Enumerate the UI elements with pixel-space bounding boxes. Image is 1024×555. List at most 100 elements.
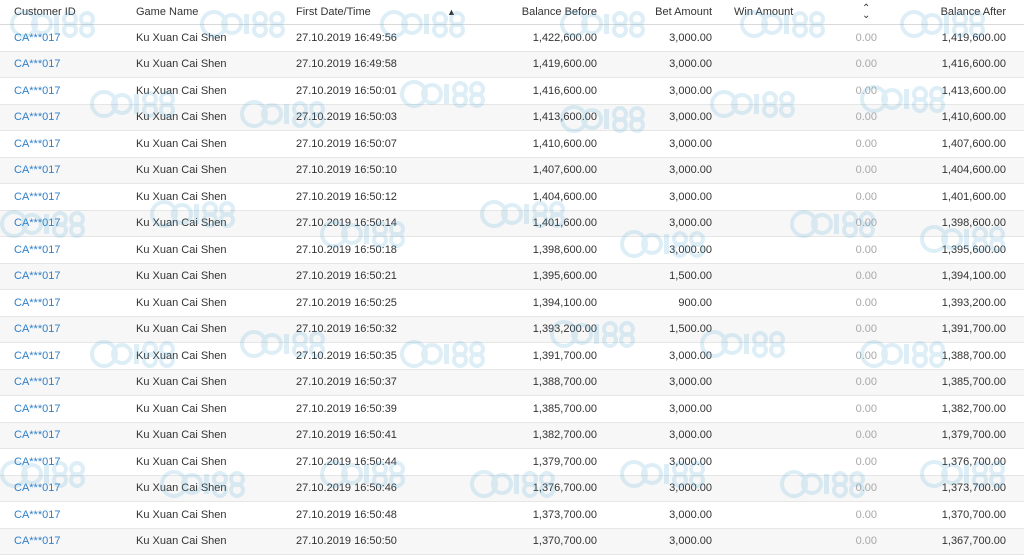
balance-after-cell: 1,388,700.00 (880, 343, 1006, 369)
bet-amount-cell: 1,500.00 (600, 264, 712, 290)
table-row[interactable]: CA***017Ku Xuan Cai Shen27.10.2019 16:50… (0, 131, 1024, 158)
bet-amount-cell: 3,000.00 (600, 131, 712, 157)
table-row[interactable]: CA***017Ku Xuan Cai Shen27.10.2019 16:50… (0, 264, 1024, 291)
balance-before-cell: 1,395,600.00 (440, 264, 597, 290)
table-row[interactable]: CA***017Ku Xuan Cai Shen27.10.2019 16:50… (0, 423, 1024, 450)
balance-before-cell: 1,413,600.00 (440, 105, 597, 131)
datetime-cell: 27.10.2019 16:50:03 (296, 105, 397, 131)
datetime-cell: 27.10.2019 16:50:07 (296, 131, 397, 157)
customer-id-link[interactable]: CA***017 (14, 237, 60, 263)
balance-before-cell: 1,385,700.00 (440, 396, 597, 422)
table-row[interactable]: CA***017Ku Xuan Cai Shen27.10.2019 16:50… (0, 78, 1024, 105)
table-row[interactable]: CA***017 Ku Xuan Cai Shen 27.10.2019 16:50… (0, 211, 1024, 238)
column-header-game-name[interactable]: Game Name (136, 0, 198, 24)
bet-amount-cell: 3,000.00 (600, 423, 712, 449)
bet-amount-cell: 3,000.00 (600, 184, 712, 210)
balance-before-cell: 1,401,600.00 (440, 211, 597, 237)
column-header-win-amount[interactable]: Win Amount (734, 0, 793, 24)
table-row[interactable]: CA***017Ku Xuan Cai Shen27.10.2019 16:50… (0, 529, 1024, 555)
bet-amount-cell: 3,000.00 (600, 52, 712, 78)
column-header-balance-after[interactable]: Balance After (880, 0, 1006, 24)
bet-amount-cell: 3,000.00 (600, 396, 712, 422)
balance-after-cell: 1,391,700.00 (880, 317, 1006, 343)
datetime-cell: 27.10.2019 16:50:50 (296, 529, 397, 555)
game-name-cell: Ku Xuan Cai Shen (136, 502, 227, 528)
customer-id-link[interactable]: CA***017 (14, 25, 60, 51)
game-name-cell: Ku Xuan Cai Shen (136, 264, 227, 290)
table-row[interactable]: CA***017Ku Xuan Cai Shen27.10.2019 16:50… (0, 290, 1024, 317)
sort-both-icon[interactable]: ⌃⌄ (862, 0, 870, 24)
column-header-customer-id[interactable]: Customer ID (14, 0, 76, 24)
customer-id-link[interactable]: CA***017 (14, 290, 60, 316)
win-amount-cell: 0.00 (780, 317, 877, 343)
bet-amount-cell: 3,000.00 (600, 105, 712, 131)
table-row[interactable]: CA***017Ku Xuan Cai Shen27.10.2019 16:50… (0, 343, 1024, 370)
table-row[interactable]: CA***017Ku Xuan Cai Shen27.10.2019 16:50… (0, 370, 1024, 397)
customer-id-link[interactable]: CA***017 (14, 78, 60, 104)
balance-after-cell: 1,413,600.00 (880, 78, 1006, 104)
balance-before-cell: 1,407,600.00 (440, 158, 597, 184)
table-row[interactable]: CA***017Ku Xuan Cai Shen27.10.2019 16:50… (0, 317, 1024, 344)
win-amount-cell: 0.00 (780, 237, 877, 263)
game-name-cell: Ku Xuan Cai Shen (136, 78, 227, 104)
customer-id-link[interactable]: CA***017 (14, 211, 60, 237)
win-amount-cell: 0.00 (780, 211, 877, 237)
customer-id-link[interactable]: CA***017 (14, 396, 60, 422)
bet-amount-cell: 3,000.00 (600, 502, 712, 528)
game-name-cell: Ku Xuan Cai Shen (136, 237, 227, 263)
balance-after-cell: 1,385,700.00 (880, 370, 1006, 396)
table-row[interactable]: CA***017Ku Xuan Cai Shen27.10.2019 16:50… (0, 184, 1024, 211)
table-row[interactable]: CA***017Ku Xuan Cai Shen27.10.2019 16:50… (0, 502, 1024, 529)
customer-id-link[interactable]: CA***017 (14, 343, 60, 369)
game-name-cell: Ku Xuan Cai Shen (136, 423, 227, 449)
win-amount-cell: 0.00 (780, 343, 877, 369)
customer-id-link[interactable]: CA***017 (14, 317, 60, 343)
customer-id-link[interactable]: CA***017 (14, 423, 60, 449)
customer-id-link[interactable]: CA***017 (14, 529, 60, 555)
customer-id-link[interactable]: CA***017 (14, 52, 60, 78)
game-name-cell: Ku Xuan Cai Shen (136, 211, 227, 237)
bet-amount-cell: 3,000.00 (600, 529, 712, 555)
customer-id-link[interactable]: CA***017 (14, 476, 60, 502)
balance-after-cell: 1,370,700.00 (880, 502, 1006, 528)
customer-id-link[interactable]: CA***017 (14, 370, 60, 396)
customer-id-link[interactable]: CA***017 (14, 158, 60, 184)
win-amount-cell: 0.00 (780, 529, 877, 555)
game-name-cell: Ku Xuan Cai Shen (136, 105, 227, 131)
balance-before-cell: 1,398,600.00 (440, 237, 597, 263)
game-name-cell: Ku Xuan Cai Shen (136, 449, 227, 475)
table-row[interactable]: CA***017Ku Xuan Cai Shen27.10.2019 16:50… (0, 237, 1024, 264)
game-name-cell: Ku Xuan Cai Shen (136, 184, 227, 210)
column-header-first-datetime[interactable]: First Date/Time (296, 0, 371, 24)
bet-amount-cell: 3,000.00 (600, 211, 712, 237)
customer-id-link[interactable]: CA***017 (14, 105, 60, 131)
customer-id-link[interactable]: CA***017 (14, 131, 60, 157)
customer-id-link[interactable]: CA***017 (14, 449, 60, 475)
customer-id-link[interactable]: CA***017 (14, 502, 60, 528)
balance-before-cell: 1,410,600.00 (440, 131, 597, 157)
balance-after-cell: 1,367,700.00 (880, 529, 1006, 555)
column-header-balance-before[interactable]: Balance Before (440, 0, 597, 24)
table-row[interactable]: CA***017Ku Xuan Cai Shen27.10.2019 16:49… (0, 25, 1024, 52)
column-header-bet-amount[interactable]: Bet Amount (600, 0, 712, 24)
table-row[interactable]: CA***017Ku Xuan Cai Shen27.10.2019 16:50… (0, 158, 1024, 185)
datetime-cell: 27.10.2019 16:50:25 (296, 290, 397, 316)
customer-id-link[interactable]: CA***017 (14, 264, 60, 290)
balance-before-cell: 1,388,700.00 (440, 370, 597, 396)
customer-id-link[interactable]: CA***017 (14, 184, 60, 210)
table-row[interactable]: CA***017Ku Xuan Cai Shen27.10.2019 16:50… (0, 396, 1024, 423)
bet-amount-cell: 3,000.00 (600, 25, 712, 51)
table-row[interactable]: CA***017 Ku Xuan Cai Shen 27.10.2019 16:50… (0, 449, 1024, 476)
win-amount-cell: 0.00 (780, 105, 877, 131)
datetime-cell: 27.10.2019 16:50:10 (296, 158, 397, 184)
datetime-cell: 27.10.2019 16:50:44 (296, 449, 397, 475)
table-row[interactable]: CA***017Ku Xuan Cai Shen27.10.2019 16:50… (0, 476, 1024, 503)
table-row[interactable]: CA***017 Ku Xuan Cai Shen 27.10.2019 16:50… (0, 105, 1024, 132)
datetime-cell: 27.10.2019 16:50:35 (296, 343, 397, 369)
balance-before-cell: 1,394,100.00 (440, 290, 597, 316)
datetime-cell: 27.10.2019 16:50:14 (296, 211, 397, 237)
balance-after-cell: 1,419,600.00 (880, 25, 1006, 51)
balance-before-cell: 1,416,600.00 (440, 78, 597, 104)
grid-header: Customer ID Game Name First Date/Time ▲ … (0, 0, 1024, 25)
table-row[interactable]: CA***017Ku Xuan Cai Shen27.10.2019 16:49… (0, 52, 1024, 79)
